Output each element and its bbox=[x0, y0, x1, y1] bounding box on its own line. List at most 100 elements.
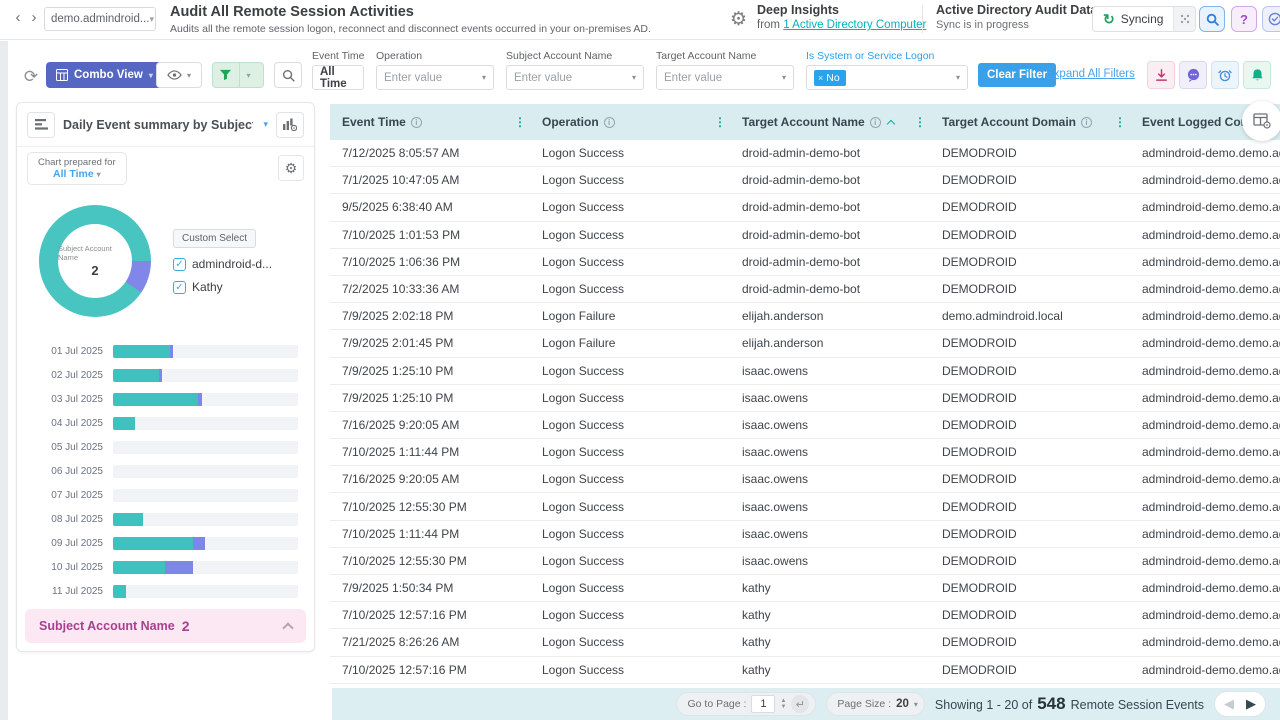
chart-type-settings-button[interactable] bbox=[276, 112, 304, 138]
bar-track[interactable] bbox=[113, 345, 298, 358]
active-directory-computer-link[interactable]: 1 Active Directory Computer bbox=[783, 19, 926, 31]
info-icon[interactable] bbox=[870, 117, 881, 128]
table-row[interactable]: 7/16/2025 9:20:05 AM Logon Success isaac… bbox=[330, 466, 1280, 493]
table-row[interactable]: 7/9/2025 1:25:10 PM Logon Success isaac.… bbox=[330, 385, 1280, 412]
checkbox-checked-icon[interactable]: ✓ bbox=[173, 258, 186, 271]
bar-track[interactable] bbox=[113, 417, 298, 430]
info-icon[interactable] bbox=[1081, 117, 1092, 128]
forward-arrow-icon[interactable]: › bbox=[26, 9, 42, 27]
goto-page-go-button[interactable]: ↵ bbox=[791, 695, 809, 713]
collapsed-sidebar-strip[interactable] bbox=[0, 41, 8, 720]
domain-selector[interactable]: demo.admindroid... ▾ bbox=[44, 7, 156, 31]
bar-track[interactable] bbox=[113, 393, 298, 406]
bar-track[interactable] bbox=[113, 465, 298, 478]
syncing-button[interactable]: ↻ Syncing bbox=[1093, 7, 1173, 31]
next-page-icon[interactable]: ▶ bbox=[1246, 696, 1256, 712]
subject-account-summary-bar[interactable]: Subject Account Name 2 bbox=[25, 609, 306, 643]
help-button[interactable]: ? bbox=[1231, 6, 1257, 32]
col-header-target-account-name[interactable]: Target Account Name bbox=[730, 104, 930, 140]
info-icon[interactable] bbox=[411, 117, 422, 128]
chart-gear-button[interactable]: ⚙ bbox=[278, 155, 304, 181]
table-row[interactable]: 7/12/2025 8:05:57 AM Logon Success droid… bbox=[330, 140, 1280, 167]
tasks-check-button[interactable] bbox=[1262, 6, 1280, 32]
custom-select-button[interactable]: Custom Select bbox=[173, 229, 256, 248]
bar-segment-admindroid[interactable] bbox=[113, 537, 193, 550]
stepper-down-icon[interactable]: ▼ bbox=[780, 704, 786, 710]
schedule-button[interactable] bbox=[1211, 61, 1239, 89]
legend-item-kathy[interactable]: ✓ Kathy bbox=[173, 280, 272, 294]
donut-chart[interactable]: Subject Account Name 2 bbox=[39, 205, 151, 317]
table-row[interactable]: 7/16/2025 9:20:05 AM Logon Success isaac… bbox=[330, 412, 1280, 439]
bar-track[interactable] bbox=[113, 369, 298, 382]
col-header-target-account-domain[interactable]: Target Account Domain bbox=[930, 104, 1130, 140]
filter-button[interactable]: ▾ bbox=[212, 62, 264, 88]
combo-view-button[interactable]: Combo View ▾ bbox=[46, 62, 163, 88]
table-row[interactable]: 7/21/2025 8:26:26 AM Logon Success kathy… bbox=[330, 629, 1280, 656]
download-button[interactable] bbox=[1147, 61, 1175, 89]
table-row[interactable]: 7/10/2025 1:06:36 PM Logon Success droid… bbox=[330, 249, 1280, 276]
back-arrow-icon[interactable]: ‹ bbox=[10, 9, 26, 27]
sort-asc-icon[interactable] bbox=[886, 119, 894, 127]
bar-chart-icon-button[interactable] bbox=[27, 112, 55, 138]
table-row[interactable]: 7/9/2025 2:01:45 PM Logon Failure elijah… bbox=[330, 330, 1280, 357]
bar-track[interactable] bbox=[113, 441, 298, 454]
page-stepper[interactable]: ▲▼ bbox=[780, 698, 786, 710]
table-row[interactable]: 7/1/2025 10:47:05 AM Logon Success droid… bbox=[330, 167, 1280, 194]
bar-track[interactable] bbox=[113, 561, 298, 574]
table-row[interactable]: 7/10/2025 1:11:44 PM Logon Success isaac… bbox=[330, 439, 1280, 466]
chevron-up-icon[interactable] bbox=[282, 622, 293, 633]
table-row[interactable]: 7/9/2025 2:02:18 PM Logon Failure elijah… bbox=[330, 303, 1280, 330]
bar-segment-admindroid[interactable] bbox=[113, 585, 126, 598]
column-menu-icon[interactable] bbox=[1114, 115, 1126, 129]
filter-chip-no[interactable]: ×No bbox=[814, 70, 846, 86]
operation-select[interactable]: Enter value▾ bbox=[376, 65, 494, 90]
bar-track[interactable] bbox=[113, 585, 298, 598]
col-header-event-time[interactable]: Event Time bbox=[330, 104, 530, 140]
table-row[interactable]: 7/9/2025 1:25:10 PM Logon Success isaac.… bbox=[330, 358, 1280, 385]
bar-segment-kathy[interactable] bbox=[193, 537, 206, 550]
bar-segment-admindroid[interactable] bbox=[113, 417, 135, 430]
feedback-button[interactable] bbox=[1179, 61, 1207, 89]
bar-segment-kathy[interactable] bbox=[198, 393, 202, 406]
column-menu-icon[interactable] bbox=[514, 115, 526, 129]
table-row[interactable]: 9/5/2025 6:38:40 AM Logon Success droid-… bbox=[330, 194, 1280, 221]
system-logon-select[interactable]: ×No ▾ bbox=[806, 65, 968, 90]
col-header-operation[interactable]: Operation bbox=[530, 104, 730, 140]
bar-segment-admindroid[interactable] bbox=[113, 345, 170, 358]
table-column-settings-button[interactable] bbox=[1242, 101, 1280, 141]
chip-remove-icon[interactable]: × bbox=[818, 73, 823, 83]
bar-segment-admindroid[interactable] bbox=[113, 513, 143, 526]
prev-page-icon[interactable]: ◀ bbox=[1224, 696, 1234, 712]
refresh-report-icon[interactable]: ⟳ bbox=[20, 66, 42, 88]
alerts-button[interactable] bbox=[1243, 61, 1271, 89]
bar-segment-admindroid[interactable] bbox=[113, 393, 198, 406]
bar-segment-kathy[interactable] bbox=[170, 345, 173, 358]
chart-title-dropdown[interactable]: Daily Event summary by Subject ... bbox=[63, 118, 253, 132]
page-size-control[interactable]: Page Size : 20 ▾ bbox=[826, 692, 925, 716]
bar-track[interactable] bbox=[113, 537, 298, 550]
clear-filter-button[interactable]: Clear Filter bbox=[978, 63, 1056, 87]
global-search-button[interactable] bbox=[1199, 6, 1225, 32]
table-row[interactable]: 7/10/2025 1:11:44 PM Logon Success isaac… bbox=[330, 521, 1280, 548]
info-icon[interactable] bbox=[604, 117, 615, 128]
bar-segment-admindroid[interactable] bbox=[113, 369, 159, 382]
quick-search-button[interactable] bbox=[274, 62, 302, 88]
table-row[interactable]: 7/10/2025 12:57:16 PM Logon Success kath… bbox=[330, 602, 1280, 629]
bar-segment-kathy[interactable] bbox=[159, 369, 162, 382]
table-row[interactable]: 7/2/2025 10:33:36 AM Logon Success droid… bbox=[330, 276, 1280, 303]
chart-prepared-for-button[interactable]: Chart prepared for All Time ▾ bbox=[27, 152, 127, 185]
filter-dropdown[interactable]: ▾ bbox=[239, 63, 257, 87]
sync-options-button[interactable] bbox=[1173, 7, 1195, 31]
target-account-select[interactable]: Enter value▾ bbox=[656, 65, 794, 90]
goto-page-input[interactable] bbox=[751, 695, 775, 713]
bar-track[interactable] bbox=[113, 513, 298, 526]
bar-segment-admindroid[interactable] bbox=[113, 561, 165, 574]
table-row[interactable]: 7/10/2025 1:01:53 PM Logon Success droid… bbox=[330, 222, 1280, 249]
expand-all-filters-link[interactable]: Expand All Filters bbox=[1046, 68, 1135, 80]
table-row[interactable]: 7/10/2025 12:57:16 PM Logon Success kath… bbox=[330, 657, 1280, 684]
bar-track[interactable] bbox=[113, 489, 298, 502]
table-row[interactable]: 7/10/2025 12:55:30 PM Logon Success isaa… bbox=[330, 493, 1280, 520]
bar-segment-kathy[interactable] bbox=[165, 561, 194, 574]
column-menu-icon[interactable] bbox=[714, 115, 726, 129]
column-menu-icon[interactable] bbox=[914, 115, 926, 129]
